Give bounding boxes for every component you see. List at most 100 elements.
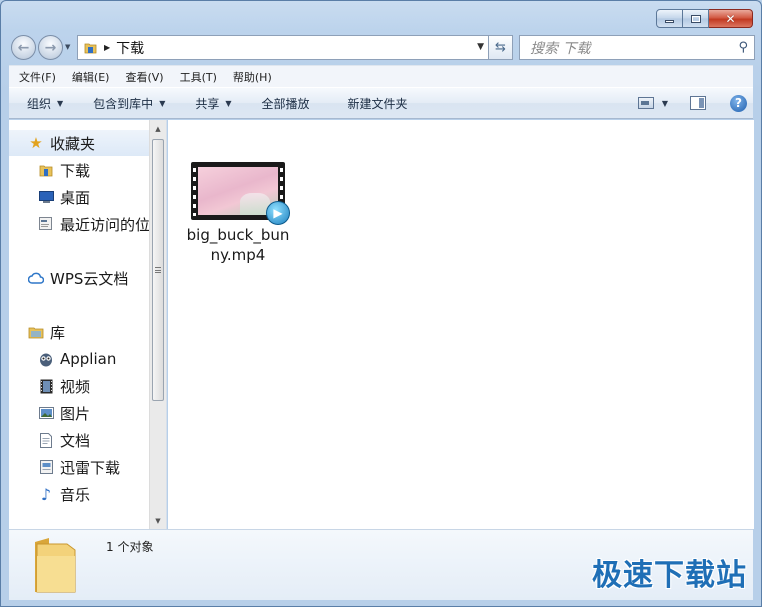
menu-file[interactable]: 文件(F) xyxy=(9,69,64,85)
nav-item-videos[interactable]: 视频 xyxy=(9,373,150,399)
address-history-dropdown[interactable]: ▼ xyxy=(477,42,484,52)
folder-icon xyxy=(35,538,76,593)
change-view-icon[interactable] xyxy=(637,97,654,109)
chevron-down-icon: ▼ xyxy=(57,98,64,108)
navigation-scrollbar[interactable]: ▲ ▼ xyxy=(149,120,166,529)
preview-pane-icon[interactable] xyxy=(690,96,706,110)
minimize-button[interactable] xyxy=(656,9,683,28)
nav-label: 库 xyxy=(50,323,66,342)
back-button[interactable]: ← xyxy=(11,35,36,60)
scroll-down-arrow-icon[interactable]: ▼ xyxy=(150,512,166,529)
cloud-icon xyxy=(28,270,44,286)
document-icon xyxy=(38,432,54,448)
scrollbar-thumb[interactable] xyxy=(152,139,164,401)
menu-view[interactable]: 查看(V) xyxy=(117,69,171,85)
nav-label: 桌面 xyxy=(60,188,91,207)
nav-item-documents[interactable]: 文档 xyxy=(9,427,150,453)
view-options-dropdown[interactable]: ▼ xyxy=(662,99,668,108)
downloads-folder-icon xyxy=(38,162,54,178)
nav-label: 最近访问的位置 xyxy=(60,215,150,234)
video-file-icon: ▶ xyxy=(191,162,290,225)
search-box[interactable]: 搜索 下载 ⚲ xyxy=(519,35,755,60)
share-label: 共享 xyxy=(195,96,220,111)
new-folder-label: 新建文件夹 xyxy=(347,96,408,111)
close-icon: ✕ xyxy=(725,11,736,26)
nav-item-desktop[interactable]: 桌面 xyxy=(9,184,150,210)
toolbar-right: ▼ ? xyxy=(637,88,753,118)
menu-bar: 文件(F) 编辑(E) 查看(V) 工具(T) 帮助(H) xyxy=(9,65,753,87)
nav-label: WPS云文档 xyxy=(50,269,129,288)
desktop-icon xyxy=(38,189,54,205)
film-icon xyxy=(38,378,54,394)
refresh-button[interactable]: ⇆ xyxy=(489,35,513,60)
nav-label: 音乐 xyxy=(60,485,91,504)
arrow-right-icon: → xyxy=(44,39,57,56)
nav-item-applian[interactable]: Applian xyxy=(9,346,150,372)
site-watermark: 极速下载站 xyxy=(592,558,747,593)
download-library-icon xyxy=(38,459,54,475)
maximize-button[interactable] xyxy=(683,9,709,28)
chevron-down-icon: ▼ xyxy=(159,98,166,108)
forward-button[interactable]: → xyxy=(38,35,63,60)
search-icon[interactable]: ⚲ xyxy=(738,40,748,55)
menu-tools[interactable]: 工具(T) xyxy=(172,69,225,85)
nav-label: 收藏夹 xyxy=(50,134,96,153)
star-icon: ★ xyxy=(29,134,43,152)
nav-item-downloads[interactable]: 下载 xyxy=(9,157,150,183)
file-list-pane[interactable]: ▶ big_buck_bunny.mp4 xyxy=(168,120,754,529)
owl-icon xyxy=(38,351,54,367)
details-pane: 1 个对象 极速下载站 xyxy=(9,529,753,600)
new-folder-button[interactable]: 新建文件夹 xyxy=(322,95,420,112)
caption-buttons: ✕ xyxy=(656,9,753,28)
recent-pages-dropdown[interactable]: ▼ xyxy=(65,43,70,51)
library-icon xyxy=(28,324,44,340)
item-count: 1 个对象 xyxy=(106,540,154,554)
file-name: big_buck_bunny.mp4 xyxy=(186,226,290,264)
help-icon[interactable]: ? xyxy=(730,94,747,112)
maximize-icon xyxy=(690,14,701,23)
menu-help[interactable]: 帮助(H) xyxy=(225,69,280,85)
nav-label: 图片 xyxy=(60,404,91,423)
nav-label: 下载 xyxy=(60,161,91,180)
nav-wps-cloud[interactable]: WPS云文档 xyxy=(9,265,150,291)
close-button[interactable]: ✕ xyxy=(709,9,753,28)
minimize-icon xyxy=(665,20,674,23)
play-all-label: 全部播放 xyxy=(261,96,310,111)
nav-item-pictures[interactable]: 图片 xyxy=(9,400,150,426)
play-all-button[interactable]: 全部播放 xyxy=(244,95,322,112)
navigation-pane: ★ 收藏夹 下载 桌面 最近访问的位置 xyxy=(9,120,167,529)
include-in-library-button[interactable]: 包含到库中 ▼ xyxy=(75,95,177,112)
nav-item-recent[interactable]: 最近访问的位置 xyxy=(9,211,150,237)
folder-icon xyxy=(84,43,97,53)
search-input[interactable]: 搜索 下载 xyxy=(530,38,590,58)
nav-libraries[interactable]: 库 xyxy=(9,319,150,345)
nav-label: 迅雷下载 xyxy=(60,458,121,477)
nav-label: 视频 xyxy=(60,377,91,396)
address-path[interactable]: 下载 xyxy=(116,38,144,58)
share-button[interactable]: 共享 ▼ xyxy=(177,95,243,112)
scroll-up-arrow-icon[interactable]: ▲ xyxy=(150,120,166,137)
menu-edit[interactable]: 编辑(E) xyxy=(64,69,118,85)
nav-item-music[interactable]: ♪ 音乐 xyxy=(9,481,150,507)
music-note-icon: ♪ xyxy=(40,484,52,504)
nav-label: 文档 xyxy=(60,431,91,450)
command-bar: 组织 ▼ 包含到库中 ▼ 共享 ▼ 全部播放 新建文件夹 ▼ ? xyxy=(9,87,753,119)
grip-icon xyxy=(155,267,161,273)
nav-favorites[interactable]: ★ 收藏夹 xyxy=(9,130,150,156)
organize-label: 组织 xyxy=(27,96,52,111)
include-in-library-label: 包含到库中 xyxy=(93,96,154,111)
address-row: ← → ▼ ▶ 下载 ▼ ⇆ 搜索 下载 ⚲ xyxy=(9,32,755,62)
address-bar[interactable]: ▶ 下载 ▼ xyxy=(77,35,489,60)
organize-button[interactable]: 组织 ▼ xyxy=(9,95,75,112)
picture-icon xyxy=(38,405,54,421)
refresh-icon: ⇆ xyxy=(495,40,506,55)
nav-label: Applian xyxy=(60,350,117,368)
navigation-tree: ★ 收藏夹 下载 桌面 最近访问的位置 xyxy=(9,120,150,529)
recent-places-icon xyxy=(38,216,54,232)
media-player-badge-icon: ▶ xyxy=(266,201,290,225)
nav-item-thunder-downloads[interactable]: 迅雷下载 xyxy=(9,454,150,480)
file-item[interactable]: ▶ big_buck_bunny.mp4 xyxy=(186,162,290,265)
breadcrumb-arrow-icon[interactable]: ▶ xyxy=(104,43,110,52)
chevron-down-icon: ▼ xyxy=(225,98,232,108)
explorer-window: ✕ ← → ▼ ▶ 下载 ▼ ⇆ 搜索 下载 ⚲ 文件(F) 编辑(E) 查看(… xyxy=(0,0,762,607)
